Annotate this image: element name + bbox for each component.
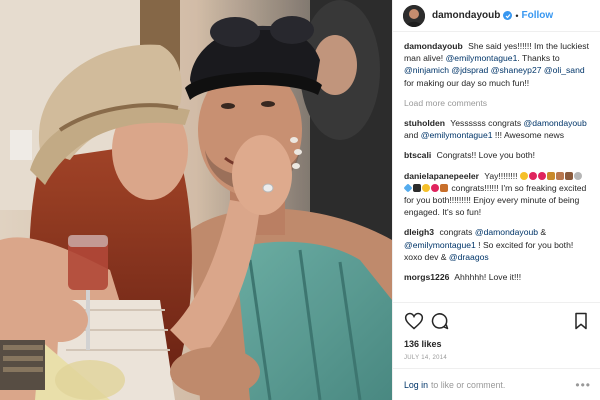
comment-text: Yessssss congrats [448, 118, 524, 129]
mention-link[interactable]: @emilymontague1 [446, 53, 518, 63]
mention-link[interactable]: @ninjamich [404, 65, 449, 75]
celebration-emoji-icon [413, 183, 421, 192]
ring-emoji-icon [573, 171, 582, 180]
comment-text: Congrats!! Love you both! [434, 150, 536, 161]
grin-emoji-icon [519, 171, 528, 180]
verified-badge-icon [503, 11, 513, 20]
post-sidebar: damondayoub • Follow damondayoub She sai… [392, 0, 600, 400]
comment-text: !!! Awesome news [492, 130, 565, 141]
load-more-comments-link[interactable]: Load more comments [404, 97, 591, 109]
caption-username[interactable]: damondayoub [404, 41, 463, 51]
comment-item: stuholden Yessssss congrats @damondayoub… [404, 117, 591, 141]
more-options-icon[interactable]: ••• [575, 378, 591, 392]
comment-username[interactable]: danielapanepeeler [404, 171, 479, 181]
comment-text: congrats [437, 227, 475, 238]
mention-link[interactable]: @shaneyp27 [491, 65, 542, 75]
post-header: damondayoub • Follow [393, 0, 600, 32]
mention-link[interactable]: @jdsprad [451, 65, 488, 75]
mention-link[interactable]: @draagos [449, 252, 489, 262]
comment-username[interactable]: morgs1226 [404, 272, 449, 282]
mention-link[interactable]: @emilymontague1 [404, 240, 476, 250]
mention-link[interactable]: @oli_sand [544, 65, 585, 75]
caption: damondayoub She said yes!!!!!! Im the lu… [404, 40, 591, 89]
bride-emoji-icon [555, 171, 564, 180]
comment-username[interactable]: dleigh3 [404, 227, 434, 237]
diamond-emoji-icon [403, 183, 413, 193]
header-separator: • [515, 10, 519, 21]
heart-emoji-icon [528, 171, 537, 180]
comment-item: dleigh3 congrats @damondayoub & @emilymo… [404, 226, 591, 263]
mention-link[interactable]: @emilymontague1 [421, 130, 493, 140]
heart-emoji-icon [422, 183, 430, 192]
comment-username[interactable]: stuholden [404, 118, 445, 128]
trophy-emoji-icon [546, 171, 555, 180]
post-photo[interactable] [0, 0, 392, 400]
groom-emoji-icon [564, 171, 573, 180]
caption-text: for making our day so much fun!! [404, 77, 530, 88]
bouquet-emoji-icon [440, 183, 448, 192]
comment-text: Yay!!!!!!!! [482, 170, 518, 181]
comment-text: & [538, 227, 547, 238]
follow-button[interactable]: Follow [522, 10, 554, 21]
post-date: JULY 14, 2014 [404, 355, 448, 361]
comment-item: danielapanepeeler Yay!!!!!!!! congrats!!… [403, 170, 591, 219]
caption-text: . Thanks to [517, 53, 560, 64]
post-actions: 136 likes JULY 14, 2014 [393, 302, 600, 362]
comment-username[interactable]: btscali [404, 150, 431, 160]
login-text: to like or comment. [430, 379, 506, 390]
bookmark-icon[interactable] [571, 311, 591, 331]
action-icons [404, 311, 591, 331]
likes-count[interactable]: 136 likes [404, 339, 591, 349]
heart-icon[interactable] [404, 311, 424, 331]
login-link[interactable]: Log in [404, 380, 428, 390]
comments-list[interactable]: damondayoub She said yes!!!!!! Im the lu… [393, 40, 600, 302]
comment-text: and [404, 130, 421, 141]
comment-item: morgs1226 Ahhhhh! Love it!!! [404, 271, 591, 283]
comment-item: btscali Congrats!! Love you both! [404, 149, 591, 161]
comment-text: Ahhhhh! Love it!!! [452, 272, 522, 283]
instagram-post: damondayoub • Follow damondayoub She sai… [0, 0, 600, 400]
header-username[interactable]: damondayoub [432, 10, 500, 21]
avatar[interactable] [403, 4, 425, 27]
comment-icon[interactable] [430, 311, 450, 331]
mention-link[interactable]: @damondayoub [524, 118, 587, 128]
mention-link[interactable]: @damondayoub [475, 227, 538, 237]
heart-emoji-icon [537, 171, 546, 180]
login-bar: Log in to like or comment. ••• [393, 368, 600, 400]
heart-emoji-icon [431, 183, 439, 192]
